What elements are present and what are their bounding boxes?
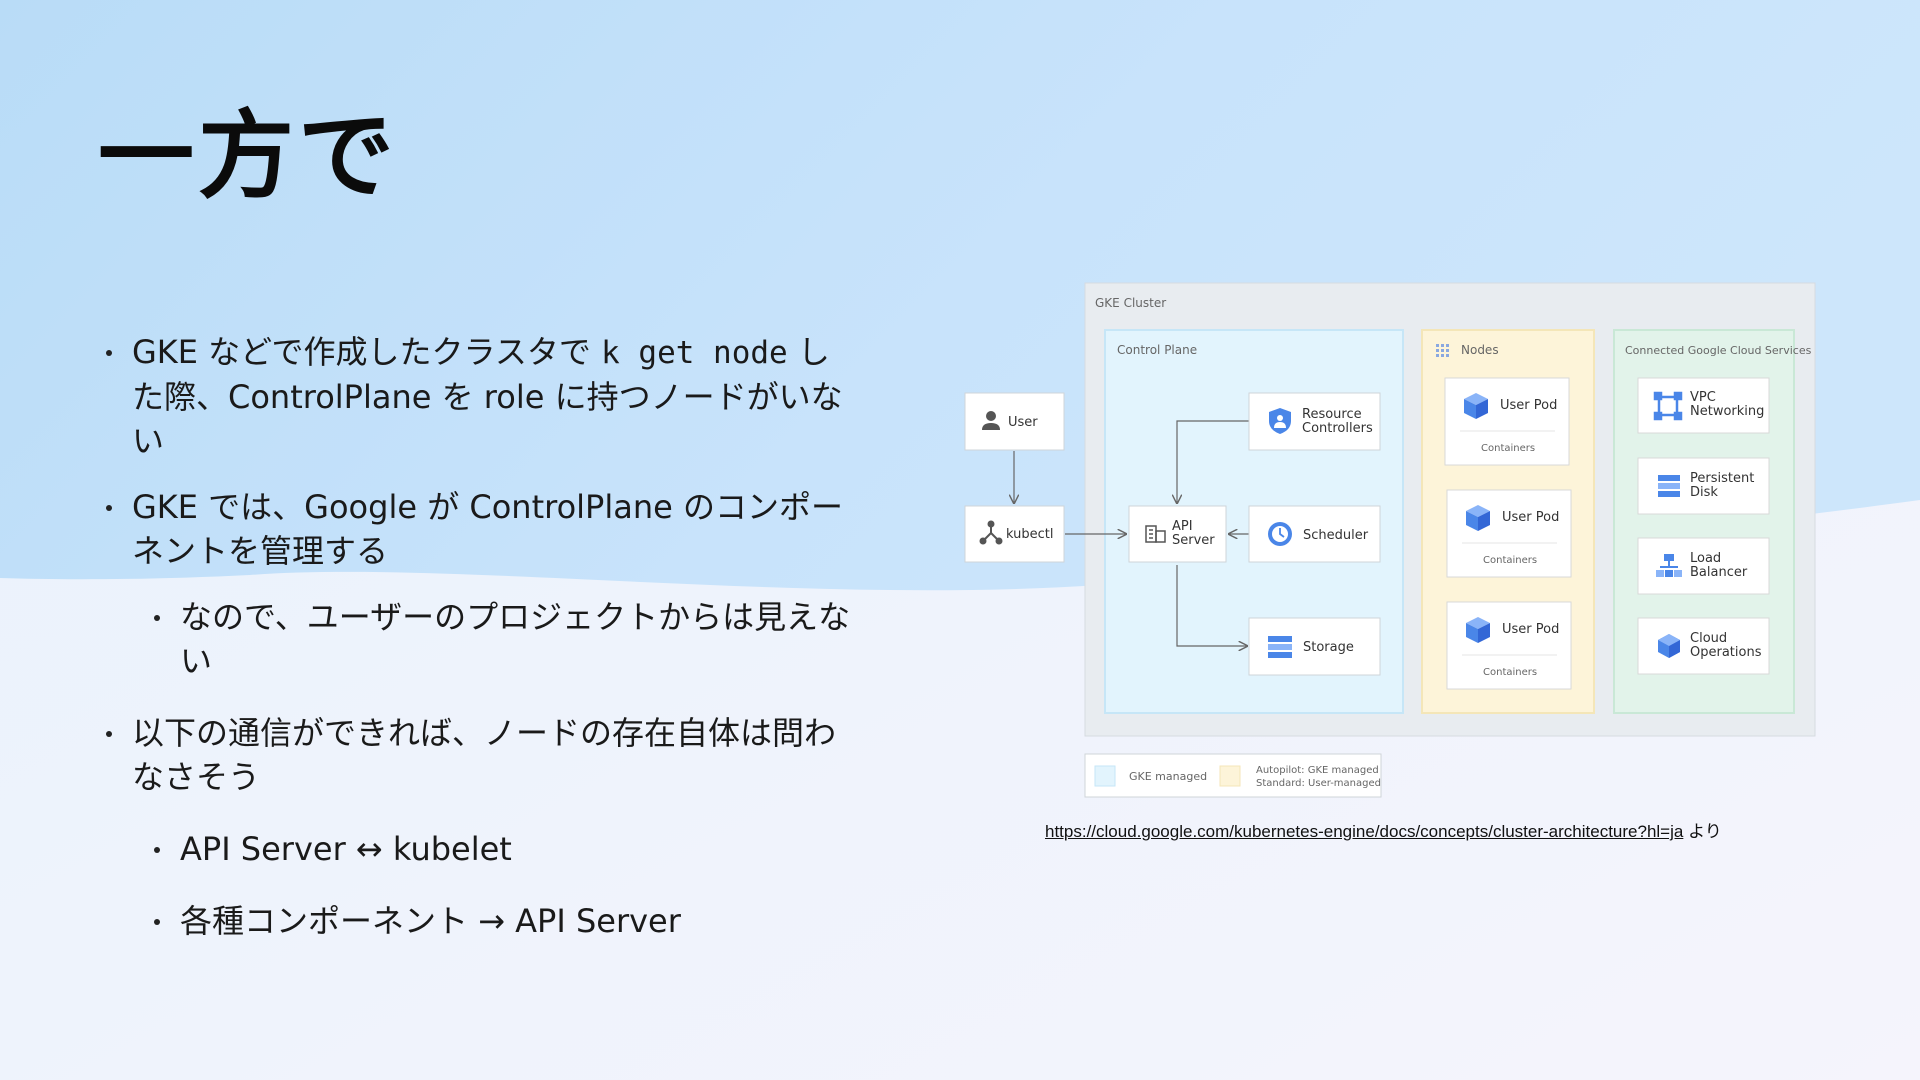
legend-autopilot-label-2: Standard: User-managed: [1256, 778, 1381, 789]
scheduler-node: Scheduler: [1248, 505, 1381, 563]
storage-label: Storage: [1303, 640, 1354, 655]
bullet-text: GKE などで作成したクラスタで: [132, 333, 602, 371]
bullet-item: GKE では、Google が ControlPlane のコンポーネントを管理…: [100, 485, 860, 573]
user-pod-label: User Pod: [1502, 510, 1559, 525]
containers-label: Containers: [1481, 443, 1535, 454]
connected-services-label: Connected Google Cloud Services: [1625, 344, 1812, 357]
storage-icon: [1268, 636, 1292, 658]
storage-node: Storage: [1248, 617, 1381, 676]
bullet-item: 以下の通信ができれば、ノードの存在自体は問わなさそう: [100, 711, 860, 799]
user-pod-node: User Pod Containers: [1444, 377, 1570, 466]
api-server-node: API Server: [1128, 505, 1227, 563]
bullet-item: GKE などで作成したクラスタで k get node した際、ControlP…: [100, 330, 860, 463]
source-citation: https://cloud.google.com/kubernetes-engi…: [1045, 817, 1722, 842]
legend-gke-label: GKE managed: [1129, 770, 1207, 783]
service-label-1: VPC: [1690, 390, 1716, 405]
user-pod-label: User Pod: [1502, 622, 1559, 637]
control-plane-label: Control Plane: [1117, 343, 1197, 357]
service-label-1: Cloud: [1690, 631, 1727, 646]
load-balancer-node: Load Balancer: [1637, 537, 1770, 595]
diagram-legend: GKE managed Autopilot: GKE managed Stand…: [1084, 753, 1382, 798]
disk-icon: [1658, 475, 1680, 497]
slide-title: 一方で: [98, 100, 398, 212]
legend-swatch-autopilot: [1219, 765, 1241, 787]
service-label-2: Balancer: [1690, 565, 1748, 580]
legend-swatch-gke: [1094, 765, 1116, 787]
scheduler-label: Scheduler: [1303, 528, 1369, 543]
user-pod-node: User Pod Containers: [1446, 489, 1572, 578]
sub-bullet-item: なので、ユーザーのプロジェクトからは見えない: [100, 595, 860, 683]
grid-icon: [1436, 344, 1449, 357]
api-server-label-2: Server: [1172, 533, 1215, 548]
service-label-1: Persistent: [1690, 471, 1754, 486]
cluster-label: GKE Cluster: [1095, 296, 1166, 310]
user-node: User: [964, 392, 1065, 451]
service-label-2: Disk: [1690, 485, 1718, 500]
source-link[interactable]: https://cloud.google.com/kubernetes-engi…: [1045, 822, 1683, 841]
resource-controllers-label-1: Resource: [1302, 407, 1362, 422]
containers-label: Containers: [1483, 667, 1537, 678]
service-label-1: Load: [1690, 551, 1721, 566]
service-label-2: Operations: [1690, 645, 1762, 660]
cloud-operations-node: Cloud Operations: [1637, 617, 1770, 675]
gke-architecture-diagram: GKE Cluster Control Plane Nodes Connecte…: [964, 282, 1816, 798]
user-pod-node: User Pod Containers: [1446, 601, 1572, 690]
persistent-disk-node: Persistent Disk: [1637, 457, 1770, 515]
user-label: User: [1008, 415, 1038, 430]
inline-code: k get node: [601, 335, 788, 371]
user-pod-label: User Pod: [1500, 398, 1557, 413]
nodes-label: Nodes: [1461, 343, 1499, 357]
source-suffix: より: [1683, 822, 1722, 841]
clock-icon: [1268, 522, 1292, 546]
resource-controllers-node: Resource Controllers: [1248, 392, 1381, 451]
resource-controllers-label-2: Controllers: [1302, 421, 1373, 436]
containers-label: Containers: [1483, 555, 1537, 566]
sub-bullet-item: 各種コンポーネント → API Server: [100, 899, 860, 943]
bullet-list: GKE などで作成したクラスタで k get node した際、ControlP…: [100, 330, 860, 965]
api-server-label-1: API: [1172, 519, 1193, 534]
legend-autopilot-label-1: Autopilot: GKE managed: [1256, 765, 1379, 776]
service-label-2: Networking: [1690, 404, 1764, 419]
kubectl-node: kubectl: [964, 505, 1065, 563]
vpc-networking-node: VPC Networking: [1637, 377, 1770, 434]
sub-bullet-item: API Server ↔ kubelet: [100, 827, 860, 871]
kubectl-label: kubectl: [1006, 527, 1053, 542]
